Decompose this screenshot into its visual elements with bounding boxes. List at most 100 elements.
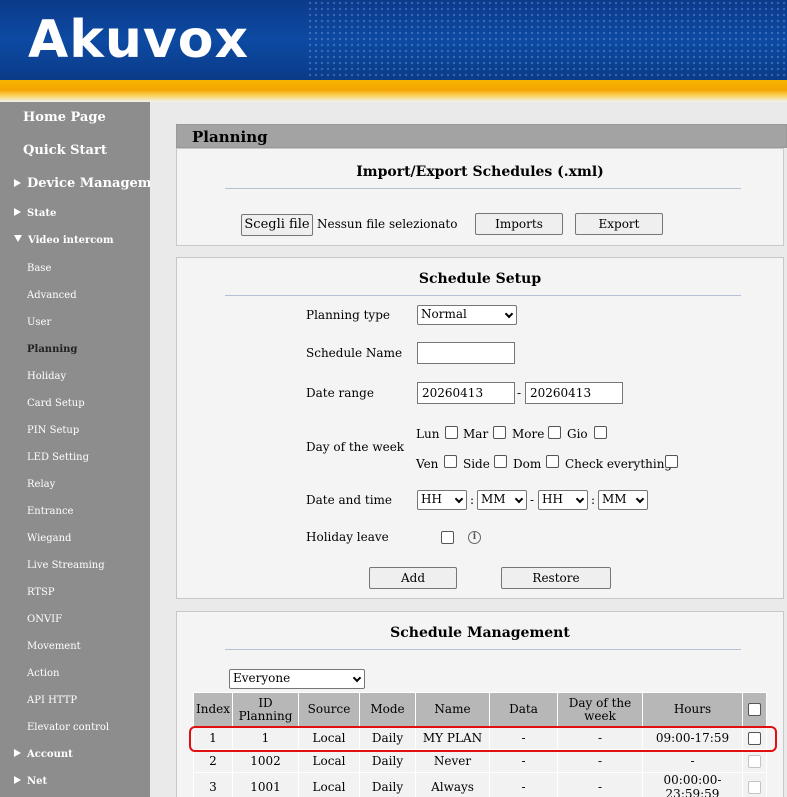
table-cell: Daily [359,772,416,797]
sidebar-item-quick-start[interactable]: Quick Start [23,143,107,158]
end-minute-select[interactable]: MM [598,490,648,510]
column-header-day-of-week: Day of the week [557,692,643,727]
table-cell: 2 [193,749,233,773]
planning-type-select[interactable]: Normal [417,305,517,325]
sidebar-item-holiday[interactable]: Holiday [27,371,66,382]
table-cell: 00:00:00-23:59:59 [642,772,743,797]
day-checkbox-gio[interactable] [594,426,607,439]
time-colon: : [591,493,596,507]
planning-type-label: Planning type [306,308,390,322]
day-label-more: More [512,427,545,441]
sidebar-item-elevator-control[interactable]: Elevator control [27,722,109,733]
day-checkbox-ven[interactable] [444,455,457,468]
sidebar-item-user[interactable]: User [27,317,51,328]
sidebar-item-label: Account [27,749,73,760]
table-header-row: Index ID Planning Source Mode Name Data … [193,692,767,727]
start-hour-select[interactable]: HH [417,490,467,510]
triangle-right-icon [14,179,21,187]
sidebar-item-movement[interactable]: Movement [27,641,81,652]
chevron-down-icon [575,494,585,504]
column-header-mode: Mode [359,692,416,727]
day-label-dom: Dom [513,457,542,471]
date-to-input[interactable] [525,382,623,404]
table-row[interactable]: 3 1001 Local Daily Always - -00:00:00-23:59:59 [193,772,767,797]
sidebar-item-home[interactable]: Home Page [23,110,106,125]
sidebar-item-api-http[interactable]: API HTTP [27,695,77,706]
row-checkbox[interactable] [748,781,761,794]
chevron-down-icon [514,494,524,504]
holiday-leave-checkbox[interactable] [441,531,454,544]
end-minute-value: MM [602,492,627,506]
check-everything-checkbox[interactable] [665,455,678,468]
table-cell: Local [298,772,360,797]
sidebar [0,102,150,797]
schedule-filter-value: Everyone [233,671,291,685]
akuvox-logo: Akuvox [28,10,250,70]
day-checkbox-dom[interactable] [546,455,559,468]
triangle-down-icon [14,235,22,242]
day-of-week-label: Day of the week [306,440,405,454]
import-export-title: Import/Export Schedules (.xml) [356,164,604,180]
sidebar-item-state[interactable]: State [14,208,56,219]
sidebar-item-base[interactable]: Base [27,263,51,274]
chevron-down-icon [454,494,464,504]
divider [225,295,741,296]
sidebar-item-label: State [27,208,57,219]
sidebar-item-wiegand[interactable]: Wiegand [27,533,71,544]
table-cell: 3 [193,772,233,797]
add-button[interactable]: Add [369,567,457,589]
table-cell: - [557,749,643,773]
no-file-label: Nessun file selezionato [317,217,458,231]
sidebar-item-advanced[interactable]: Advanced [27,290,77,301]
date-from-input[interactable] [417,382,515,404]
table-cell: - [489,749,558,773]
restore-button[interactable]: Restore [501,567,611,589]
imports-button[interactable]: Imports [475,213,563,235]
info-icon[interactable]: i [468,531,481,544]
select-all-checkbox[interactable] [748,703,761,716]
table-cell: 1001 [232,772,299,797]
end-hour-value: HH [542,492,563,506]
schedule-filter-select[interactable]: Everyone [229,669,365,689]
header-pattern [307,0,787,80]
day-checkbox-mar[interactable] [493,426,506,439]
sidebar-item-account[interactable]: Account [14,749,73,760]
sidebar-item-pin-setup[interactable]: PIN Setup [27,425,79,436]
row-checkbox[interactable] [748,755,761,768]
table-cell-select [742,772,767,797]
start-minute-select[interactable]: MM [477,490,527,510]
sidebar-item-entrance[interactable]: Entrance [27,506,73,517]
header-accent-bar [0,80,787,102]
sidebar-item-video-intercom[interactable]: Video intercom [14,235,114,246]
table-row[interactable]: 2 1002 Local Daily Never - - - [193,749,767,773]
column-header-index: Index [193,692,233,727]
start-hour-value: HH [421,492,442,506]
sidebar-item-led-setting[interactable]: LED Setting [27,452,89,463]
day-label-ven: Ven [416,457,439,471]
choose-file-button[interactable]: Scegli file [241,214,313,236]
header-banner: Akuvox [0,0,787,80]
table-cell: Always [415,772,490,797]
day-label-side: Side [463,457,490,471]
day-checkbox-lun[interactable] [445,426,458,439]
sidebar-item-relay[interactable]: Relay [27,479,55,490]
day-checkbox-side[interactable] [494,455,507,468]
day-checkbox-more[interactable] [548,426,561,439]
sidebar-item-planning[interactable]: Planning [27,344,77,355]
chevron-down-icon [635,494,645,504]
export-button[interactable]: Export [575,213,663,235]
schedule-name-input[interactable] [417,342,515,364]
sidebar-item-card-setup[interactable]: Card Setup [27,398,85,409]
planning-type-value: Normal [421,307,467,321]
sidebar-item-rtsp[interactable]: RTSP [27,587,55,598]
sidebar-item-live-streaming[interactable]: Live Streaming [27,560,105,571]
end-hour-select[interactable]: HH [538,490,588,510]
sidebar-item-action[interactable]: Action [27,668,60,679]
schedule-setup-title: Schedule Setup [418,271,542,287]
sidebar-item-onvif[interactable]: ONVIF [27,614,62,625]
day-label-gio: Gio [567,427,588,441]
triangle-right-icon [14,749,21,757]
sidebar-item-net[interactable]: Net [14,776,47,787]
table-cell-select [742,749,767,773]
check-everything-label: Check everything [565,457,673,471]
